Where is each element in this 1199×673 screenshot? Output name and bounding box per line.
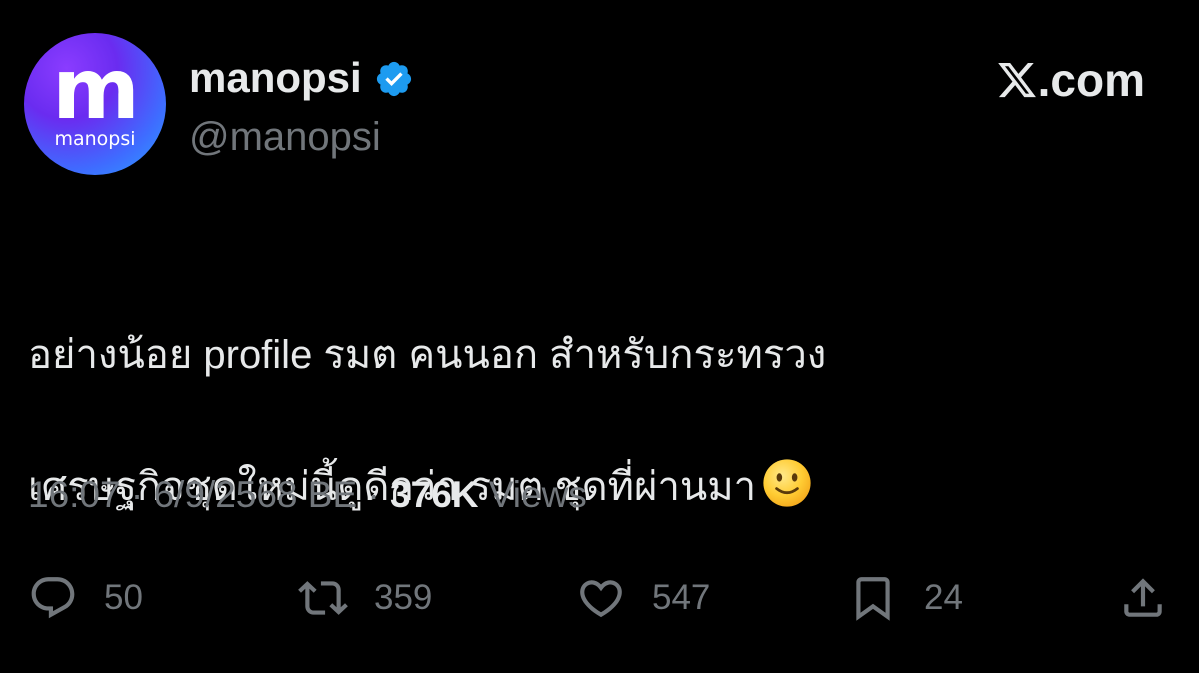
slightly-smiling-face-icon [763,459,811,507]
brand-domain-text: .com [1037,54,1145,106]
x-brand: .com [996,52,1145,108]
repost-button[interactable]: 359 [298,572,432,624]
tweet-line-1: อย่างน้อย profile รมต คนนอก สำหรับกระทรว… [28,333,827,377]
like-count: 547 [652,578,711,617]
author-display-name[interactable]: manopsi [189,52,414,104]
tweet-time[interactable]: 16:07 [28,474,121,515]
views-label: Views [478,474,587,515]
verified-badge-icon [376,61,411,97]
tweet-meta: 16:07 · 6/9/2568 BE · 376K Views [28,471,587,519]
avatar[interactable]: m manopsi [24,33,166,175]
bookmark-count: 24 [924,578,963,617]
tweet-actions: 50 359 547 24 [28,572,1173,624]
display-name-text: manopsi [189,54,362,101]
reply-count: 50 [104,578,143,617]
share-button[interactable] [1118,572,1168,624]
share-icon [1124,578,1162,617]
repost-count: 359 [374,578,433,617]
heart-icon [580,580,622,618]
reply-icon [31,577,75,619]
meta-separator: · [120,474,154,515]
avatar-logo-letter: m [52,40,140,138]
like-button[interactable]: 547 [576,572,710,624]
reply-button[interactable]: 50 [28,572,143,624]
repost-icon [298,581,348,615]
tweet-date[interactable]: 6/9/2568 BE [153,474,357,515]
author-handle[interactable]: @manopsi [189,113,381,161]
tweet-body: อย่างน้อย profile รมต คนนอก สำหรับกระทรว… [28,256,1148,586]
views-count: 376K [390,474,479,515]
meta-separator: · [357,474,391,515]
bookmark-icon [856,577,890,621]
avatar-logo-word: manopsi [54,128,136,150]
bookmark-button[interactable]: 24 [848,572,963,624]
x-logo-icon [997,62,1036,98]
